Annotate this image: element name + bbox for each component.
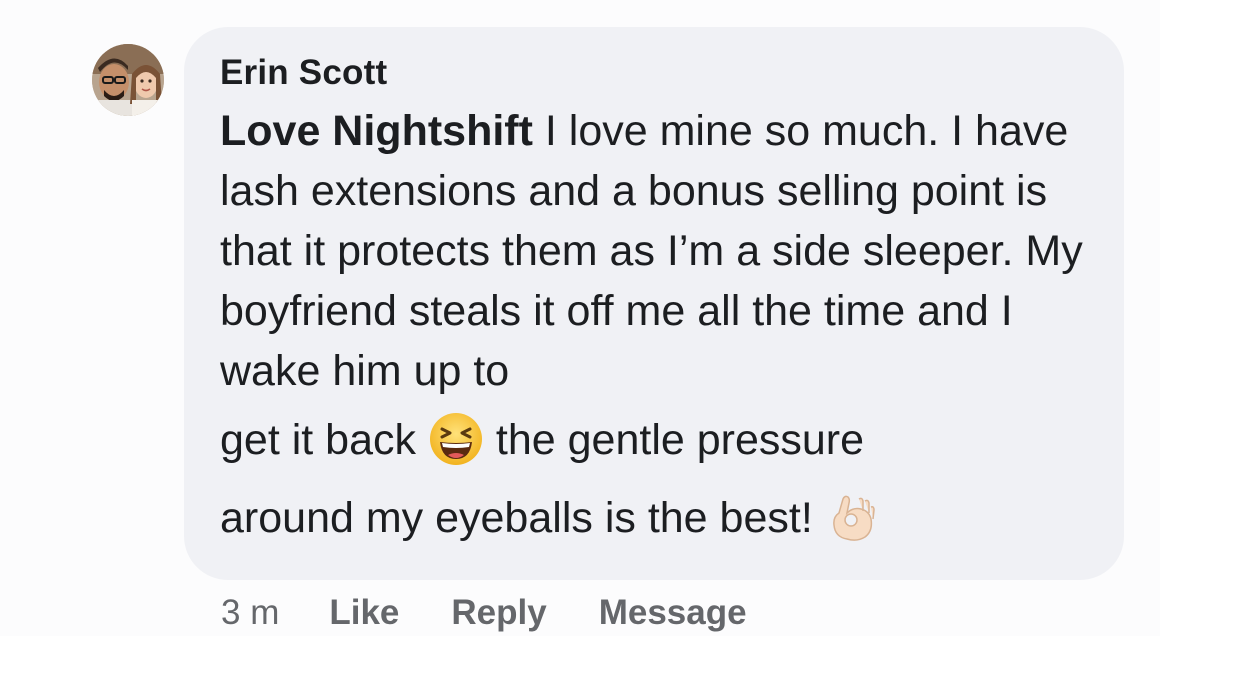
like-button[interactable]: Like bbox=[329, 593, 399, 633]
comment-actions: 3 m Like Reply Message bbox=[221, 590, 799, 636]
reply-button[interactable]: Reply bbox=[451, 593, 546, 633]
comment-text-line: get it back the gentle pressure bbox=[220, 401, 1100, 479]
comment-text-3: the gentle pressure bbox=[483, 416, 865, 464]
grinning-squinting-face-icon bbox=[428, 411, 484, 467]
ok-hand-icon bbox=[825, 489, 881, 545]
comment-timestamp[interactable]: 3 m bbox=[221, 593, 279, 633]
comment-body: Love Nightshift I love mine so much. I h… bbox=[220, 101, 1100, 557]
comment-text-4: around my eyeballs is the best! bbox=[220, 494, 825, 542]
page: Erin Scott Love Nightshift I love mine s… bbox=[0, 0, 1242, 674]
message-button[interactable]: Message bbox=[599, 593, 747, 633]
avatar-photo bbox=[92, 44, 164, 116]
comment-bubble: Erin Scott Love Nightshift I love mine s… bbox=[184, 27, 1124, 580]
avatar[interactable] bbox=[92, 44, 164, 116]
comment-author[interactable]: Erin Scott bbox=[220, 51, 1094, 95]
comment-text-2: get it back bbox=[220, 416, 428, 464]
comment-text-line: around my eyeballs is the best! bbox=[220, 479, 1100, 557]
comment-area: Erin Scott Love Nightshift I love mine s… bbox=[0, 0, 1160, 636]
mention-tag[interactable]: Love Nightshift bbox=[220, 107, 533, 155]
